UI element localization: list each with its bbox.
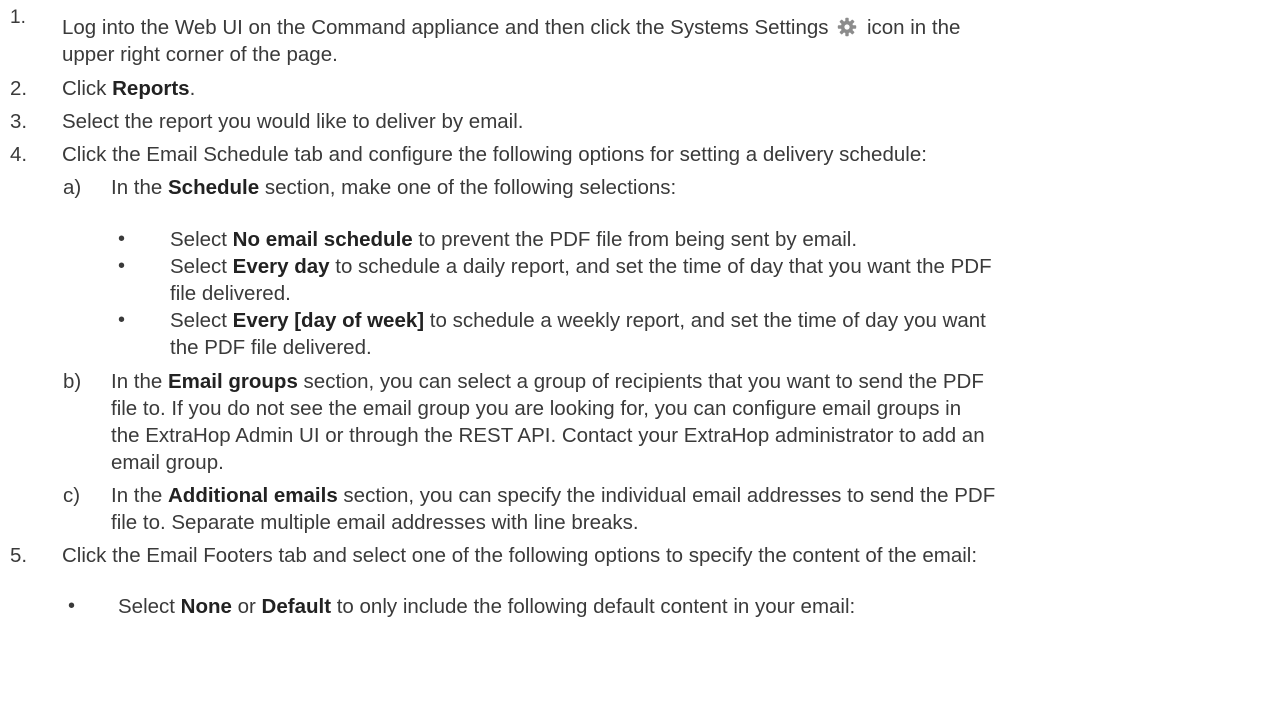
ui-term-reports: Reports xyxy=(112,77,190,100)
step-text: Click the Email Schedule tab and configu… xyxy=(62,143,927,166)
bullet: • xyxy=(118,255,126,277)
substep-text: In the Schedule section, make one of the… xyxy=(111,176,677,199)
bullet: • xyxy=(118,228,126,250)
substep-text-line-4: email group. xyxy=(111,451,224,474)
substep-text-line-2: file to. Separate multiple email address… xyxy=(111,511,639,534)
step-text: Select the report you would like to deli… xyxy=(62,110,524,133)
ui-term-none: None xyxy=(180,595,232,618)
document-page: 1. Log into the Web UI on the Command ap… xyxy=(0,0,1279,702)
step-number: 1. xyxy=(10,7,26,28)
bullet-text: Select Every day to schedule a daily rep… xyxy=(170,255,992,278)
bullet-text-line-2: the PDF file delivered. xyxy=(170,336,372,359)
substep-text-line-2: file to. If you do not see the email gro… xyxy=(111,397,962,420)
substep-text-line-3: the ExtraHop Admin UI or through the RES… xyxy=(111,424,985,447)
substep-label: b) xyxy=(63,370,82,393)
step-text-line-2: upper right corner of the page. xyxy=(62,43,338,66)
ui-term-email-groups: Email groups xyxy=(168,370,298,393)
step-text: Click the Email Footers tab and select o… xyxy=(62,544,978,567)
bullet: • xyxy=(68,595,76,617)
ui-term-default: Default xyxy=(261,595,332,618)
ui-term-every-day-of-week: Every [day of week] xyxy=(232,309,425,332)
step-number: 5. xyxy=(10,544,28,567)
bullet: • xyxy=(118,309,126,331)
ui-term-additional-emails: Additional emails xyxy=(168,484,338,507)
gear-icon xyxy=(838,17,857,37)
step-number: 3. xyxy=(10,110,28,133)
ui-term-no-email-schedule: No email schedule xyxy=(232,228,413,251)
step-text: Log into the Web UI on the Command appli… xyxy=(62,16,961,39)
bullet-text-line-2: file delivered. xyxy=(170,282,291,305)
substep-text: In the Additional emails section, you ca… xyxy=(111,484,996,507)
step-text: Click Reports. xyxy=(62,77,196,100)
ui-term-schedule: Schedule xyxy=(168,176,260,199)
step-number: 2. xyxy=(10,77,28,100)
bullet-text: Select No email schedule to prevent the … xyxy=(170,228,858,251)
substep-label: a) xyxy=(63,176,82,199)
substep-label: c) xyxy=(63,484,81,507)
bullet-text: Select Every [day of week] to schedule a… xyxy=(170,309,986,332)
substep-text: In the Email groups section, you can sel… xyxy=(111,370,984,393)
step-number: 4. xyxy=(10,143,28,166)
bullet-text: Select None or Default to only include t… xyxy=(118,595,856,618)
ui-term-every-day: Every day xyxy=(232,255,330,278)
